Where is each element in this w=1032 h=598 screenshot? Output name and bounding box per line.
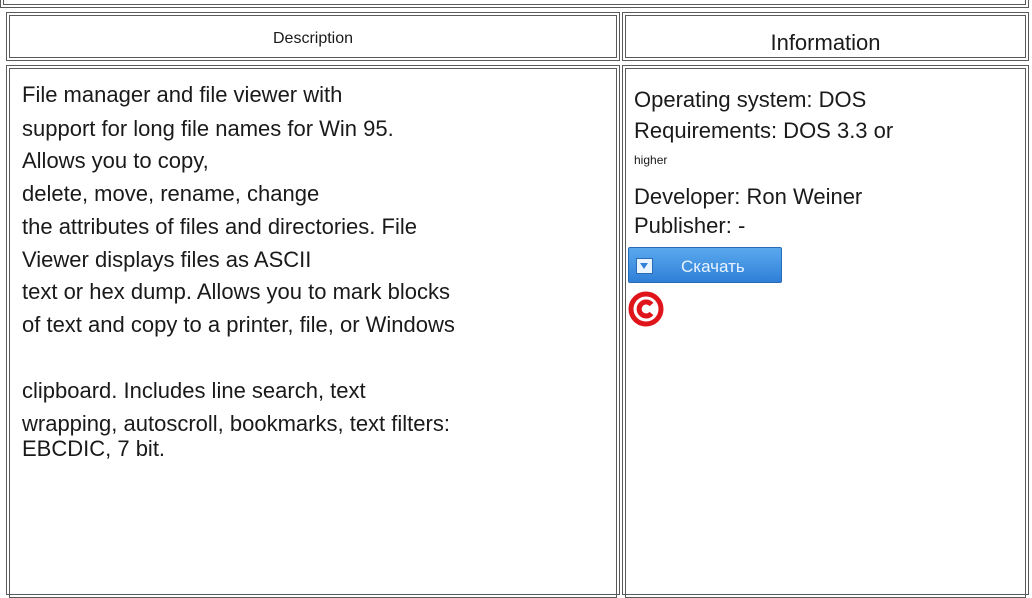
top-frame-inner: [3, 0, 1026, 5]
description-line: delete, move, rename, change: [22, 181, 320, 206]
information-body-inner: [625, 68, 1026, 598]
description-line: wrapping, autoscroll, bookmarks, text fi…: [22, 411, 450, 436]
description-line: support for long file names for Win 95.: [22, 116, 394, 141]
publisher-info: Publisher: -: [634, 213, 746, 238]
os-info: Operating system: DOS: [634, 87, 867, 112]
description-line: clipboard. Includes line search, text: [22, 378, 366, 403]
developer-info: Developer: Ron Weiner: [634, 184, 863, 209]
copyright-icon: [628, 291, 664, 327]
description-line: of text and copy to a printer, file, or …: [22, 312, 455, 337]
description-line: File manager and file viewer with: [22, 82, 343, 107]
description-header: Description: [272, 30, 354, 47]
description-line: EBCDIC, 7 bit.: [22, 436, 166, 461]
information-header: Information: [770, 30, 881, 55]
download-label: Скачать: [681, 257, 745, 276]
download-button[interactable]: Скачать: [628, 247, 782, 283]
requirements-continued: higher: [634, 153, 668, 167]
requirements-info: Requirements: DOS 3.3 or: [634, 118, 894, 143]
description-line: text or hex dump. Allows you to mark blo…: [22, 279, 450, 304]
download-icon: [636, 258, 653, 274]
description-line: Viewer displays files as ASCII: [22, 247, 312, 272]
description-line: Allows you to copy,: [22, 148, 209, 173]
description-line: the attributes of files and directories.…: [22, 214, 417, 239]
